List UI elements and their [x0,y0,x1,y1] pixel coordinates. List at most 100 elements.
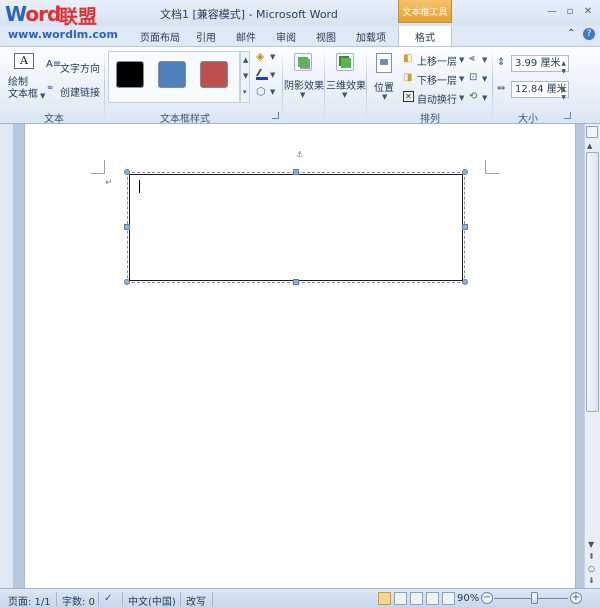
position-label: 位置 [374,83,394,94]
wrap-text-label: 自动换行 [417,95,457,106]
3d-effects-button[interactable]: 三维效果 ▼ [326,51,366,105]
align-dropdown-icon[interactable]: ▼ [482,56,487,64]
logo-url: www.wordlm.com [8,28,118,41]
tab-format[interactable]: 格式 [398,26,452,47]
resize-handle-left[interactable] [124,224,130,230]
width-spin-down-icon[interactable]: ▼ [561,90,566,105]
gallery-more-icon[interactable]: ▾ [243,88,247,96]
group-icon[interactable]: ⊡ [469,72,477,83]
tab-mailings[interactable]: 邮件 [236,29,256,44]
page-count[interactable]: 页面: 1/1 [8,593,51,608]
zoom-slider-knob[interactable] [530,592,538,604]
gallery-up-icon[interactable]: ▲ [243,56,248,64]
outline-view-icon[interactable] [426,592,439,605]
language-indicator[interactable]: 中文(中国) [128,593,176,608]
send-backward-label: 下移一层 [417,76,457,87]
height-spin-down-icon[interactable]: ▼ [561,64,566,79]
zoom-in-icon[interactable]: + [570,592,582,604]
textbox-styles-launcher-icon[interactable] [272,112,279,119]
view-ruler-icon[interactable] [586,126,598,138]
previous-page-icon[interactable]: ⇞ [588,552,595,561]
size-launcher-icon[interactable] [564,112,571,119]
textbox-tools-header: 文本框工具 [398,0,452,23]
rotate-icon[interactable]: ⟲ [469,91,477,102]
word-count[interactable]: 字数: 0 [62,593,95,608]
document-page[interactable]: ↵ ⚓ [24,124,576,588]
group-dropdown-icon[interactable]: ▼ [482,75,487,83]
scrollbar-thumb[interactable] [586,152,599,412]
tab-references[interactable]: 引用 [196,29,216,44]
minimize-button[interactable]: — [545,6,559,18]
style-swatch-red[interactable] [200,61,228,88]
ribbon-collapse-icon[interactable]: ⌃ [567,28,575,39]
shape-outline-dropdown-icon[interactable]: ▼ [270,71,275,79]
print-layout-view-icon[interactable] [378,592,391,605]
zoom-level[interactable]: 90% [457,593,479,604]
draft-view-icon[interactable] [442,592,455,605]
text-direction-button[interactable]: A≡ 文字方向 [46,59,102,75]
width-input[interactable]: 12.84 厘米 ▲ ▼ [511,81,569,101]
textbox-tools-label: 文本框工具 [402,8,448,18]
text-direction-icon: A≡ [46,59,62,70]
restore-button[interactable]: ▫ [563,6,577,18]
textbox[interactable] [129,174,463,281]
status-separator [212,592,213,606]
full-screen-view-icon[interactable] [394,592,407,605]
wrap-text-button[interactable]: ✕ 自动换行 ▼ [403,91,465,106]
change-shape-dropdown-icon[interactable]: ▼ [270,88,275,96]
group-separator [366,49,367,121]
shape-fill-icon[interactable]: ◈ [256,50,264,63]
help-icon[interactable]: ? [583,28,595,40]
style-swatch-blue[interactable] [158,61,186,88]
gallery-down-icon[interactable]: ▼ [243,72,248,80]
shadow-effects-button[interactable]: 阴影效果 ▼ [284,51,324,105]
next-page-icon[interactable]: ⇟ [588,576,595,585]
height-value: 3.99 厘米 [515,58,561,69]
position-button[interactable]: 位置 ▼ [370,51,400,105]
tab-page-layout[interactable]: 页面布局 [140,29,180,44]
overtype-mode[interactable]: 改写 [186,593,206,608]
wrap-text-dropdown-icon: ▼ [459,94,465,102]
rotate-dropdown-icon[interactable]: ▼ [482,94,487,102]
tab-addins[interactable]: 加载项 [356,29,386,44]
send-backward-icon: ◨ [403,72,413,83]
bring-forward-icon: ◧ [403,53,413,64]
draw-textbox-dropdown-icon[interactable]: ▼ [40,92,45,100]
resize-handle-right[interactable] [462,224,468,230]
style-swatch-black[interactable] [116,61,144,88]
send-backward-button[interactable]: ◨ 下移一层 ▼ [403,72,465,87]
close-button[interactable]: ✕ [581,6,595,18]
proofing-icon[interactable]: ✓ [104,593,112,604]
shape-fill-dropdown-icon[interactable]: ▼ [270,53,275,61]
resize-handle-bottom[interactable] [293,279,299,285]
shadow-effects-label: 阴影效果 [284,81,324,92]
width-value: 12.84 厘米 [515,84,567,95]
resize-handle-bottom-left[interactable] [124,279,130,285]
resize-handle-top-left[interactable] [124,169,130,175]
size-group-label: 大小 [518,114,538,125]
height-icon: ⇕ [497,57,506,68]
draw-textbox-button[interactable]: A 绘制 文本框 [6,51,40,105]
vertical-scrollbar[interactable]: ▲ ▼ ⇞ ○ ⇟ [584,124,600,588]
gallery-scroll[interactable]: ▲ ▼ ▾ [240,51,250,103]
tab-review[interactable]: 审阅 [276,29,296,44]
textbox-styles-label: 文本框样式 [160,114,210,125]
zoom-out-icon[interactable]: − [481,592,493,604]
bring-forward-button[interactable]: ◧ 上移一层 ▼ [403,53,465,68]
shape-outline-icon[interactable] [255,69,269,81]
text-direction-label: 文字方向 [60,64,100,75]
scroll-up-icon[interactable]: ▲ [587,142,592,150]
resize-handle-bottom-right[interactable] [462,279,468,285]
resize-handle-top-right[interactable] [462,169,468,175]
height-input[interactable]: 3.99 厘米 ▲ ▼ [511,55,569,75]
resize-handle-top[interactable] [293,169,299,175]
scroll-down-icon[interactable]: ▼ [588,540,594,549]
change-shape-icon[interactable]: ⬡ [256,85,266,98]
tab-view[interactable]: 视图 [316,29,336,44]
browse-object-icon[interactable]: ○ [588,564,595,573]
create-link-button[interactable]: ⚭ 创建链接 [46,83,102,99]
align-icon[interactable]: ⫷ [469,53,475,64]
textbox-icon: A [14,53,34,69]
web-layout-view-icon[interactable] [410,592,423,605]
3d-effects-icon [336,53,354,71]
